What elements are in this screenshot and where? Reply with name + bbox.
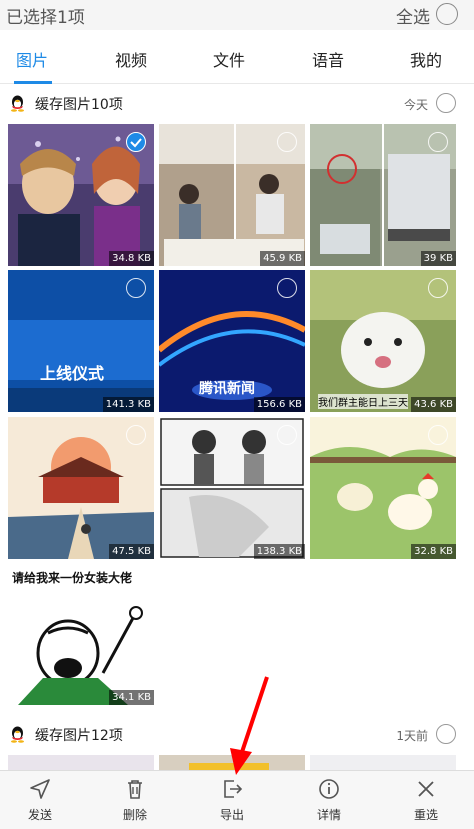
section-title: 缓存图片12项 bbox=[35, 728, 123, 744]
thumbnail-tencent-news[interactable]: 腾讯新闻 156.6 KB bbox=[159, 270, 305, 412]
thumbnail-manga[interactable]: 138.3 KB bbox=[159, 417, 305, 559]
thumbnail-chickens[interactable]: 32.8 KB bbox=[310, 417, 456, 559]
select-circle[interactable] bbox=[126, 425, 146, 445]
section-time: 1天前 bbox=[396, 729, 428, 743]
thumbnail-frozen[interactable]: 34.8 KB bbox=[8, 124, 154, 266]
export-icon bbox=[224, 780, 243, 798]
bottom-action-bar: 发送 删除 导出 详情 重选 bbox=[0, 770, 474, 829]
meme-caption: 请给我来一份女装大佬 bbox=[12, 571, 133, 585]
tab-mine[interactable]: 我的 bbox=[410, 47, 442, 71]
reselect-button[interactable]: 重选 bbox=[386, 771, 466, 829]
selected-check-icon[interactable] bbox=[126, 132, 146, 152]
details-label: 详情 bbox=[316, 808, 341, 822]
file-size: 141.3 KB bbox=[102, 397, 154, 412]
select-circle[interactable] bbox=[126, 278, 146, 298]
select-circle[interactable] bbox=[428, 425, 448, 445]
tab-voice[interactable]: 语音 bbox=[312, 47, 344, 71]
send-icon bbox=[30, 779, 50, 799]
file-size: 156.6 KB bbox=[253, 397, 305, 412]
file-size: 32.8 KB bbox=[411, 544, 456, 559]
export-label: 导出 bbox=[219, 808, 244, 822]
thumbnail-partial[interactable] bbox=[159, 755, 305, 770]
thumbnail-cat-meme[interactable]: 我们群主能日上三天 43.6 KB bbox=[310, 270, 456, 412]
banner-text: 上线仪式 bbox=[40, 364, 105, 383]
select-circle[interactable] bbox=[277, 132, 297, 152]
section-header-today: 缓存图片10项 今天 bbox=[0, 84, 474, 124]
tab-videos[interactable]: 视频 bbox=[115, 47, 147, 71]
file-size: 138.3 KB bbox=[253, 544, 305, 559]
file-size: 34.8 KB bbox=[109, 251, 154, 266]
section-time: 今天 bbox=[403, 98, 428, 112]
thumbnail-restaurant[interactable]: 45.9 KB bbox=[159, 124, 305, 266]
meme-caption: 我们群主能日上三天 bbox=[318, 394, 408, 409]
select-all-label[interactable]: 全选 bbox=[396, 3, 430, 28]
reselect-label: 重选 bbox=[413, 808, 438, 822]
tab-images[interactable]: 图片 bbox=[16, 47, 48, 71]
section-select-checkbox[interactable] bbox=[436, 93, 456, 113]
export-button[interactable]: 导出 bbox=[192, 771, 272, 829]
thumbnail-launch-ceremony[interactable]: 上线仪式 141.3 KB bbox=[8, 270, 154, 412]
delete-button[interactable]: 删除 bbox=[95, 771, 175, 829]
select-circle[interactable] bbox=[428, 132, 448, 152]
section-header-yesterday: 缓存图片12项 1天前 bbox=[0, 715, 474, 755]
thumbnail-truck[interactable]: 39 KB bbox=[310, 124, 456, 266]
file-size: 47.5 KB bbox=[109, 544, 154, 559]
partial-image bbox=[159, 755, 305, 770]
send-label: 发送 bbox=[27, 808, 52, 822]
file-size: 43.6 KB bbox=[411, 397, 456, 412]
thumbnail-palace-illustration[interactable]: 47.5 KB bbox=[8, 417, 154, 559]
tab-files[interactable]: 文件 bbox=[213, 47, 245, 71]
select-all-checkbox[interactable] bbox=[436, 3, 458, 25]
send-button[interactable]: 发送 bbox=[0, 771, 80, 829]
qq-penguin-icon bbox=[11, 95, 24, 112]
select-circle[interactable] bbox=[277, 278, 297, 298]
partial-image bbox=[8, 755, 154, 770]
banner-text: 腾讯新闻 bbox=[199, 381, 255, 397]
section-select-checkbox[interactable] bbox=[436, 724, 456, 744]
file-size: 34.1 KB bbox=[109, 690, 154, 705]
file-size: 39 KB bbox=[420, 251, 456, 266]
select-circle[interactable] bbox=[277, 425, 297, 445]
section-title: 缓存图片10项 bbox=[35, 97, 123, 113]
select-circle[interactable] bbox=[428, 278, 448, 298]
selection-count: 已选择1项 bbox=[6, 8, 85, 28]
qq-penguin-icon bbox=[11, 726, 24, 743]
partial-image bbox=[310, 755, 456, 770]
thumbnail-partial[interactable] bbox=[8, 755, 154, 770]
close-icon bbox=[418, 781, 434, 797]
thumbnail-meme-face[interactable]: 请给我来一份女装大佬 34.1 KB bbox=[8, 563, 154, 705]
info-icon bbox=[319, 779, 339, 799]
trash-icon bbox=[128, 780, 142, 799]
details-button[interactable]: 详情 bbox=[289, 771, 369, 829]
selection-header: 已选择1项 全选 bbox=[0, 0, 474, 30]
category-tabs: 图片 视频 文件 语音 我的 bbox=[0, 30, 474, 84]
file-size: 45.9 KB bbox=[260, 251, 305, 266]
delete-label: 删除 bbox=[122, 808, 147, 822]
thumbnail-partial[interactable] bbox=[310, 755, 456, 770]
